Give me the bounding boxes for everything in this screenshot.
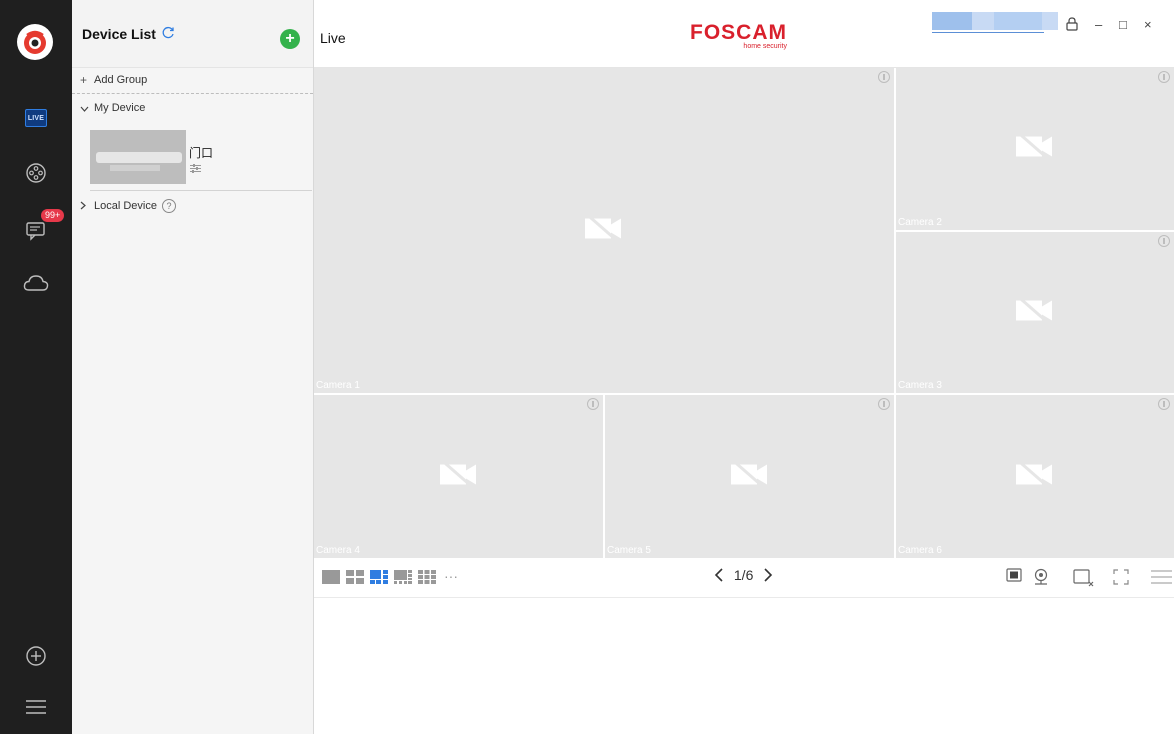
webcam-icon[interactable] <box>1032 568 1050 591</box>
nav-rail: LIVE 99+ <box>0 0 72 734</box>
page-title: Live <box>320 30 346 46</box>
page-indicator: 1/6 <box>733 567 754 583</box>
nav-live-button[interactable]: LIVE <box>20 103 52 133</box>
plus-icon: + <box>285 30 295 47</box>
chevron-right-icon <box>80 199 94 213</box>
video-off-icon <box>583 212 625 249</box>
user-account-blurred[interactable] <box>932 12 1058 33</box>
device-settings-icon[interactable] <box>190 164 201 176</box>
nav-menu-button[interactable] <box>20 692 52 722</box>
layout-9-icon[interactable] <box>418 570 436 584</box>
next-page-icon[interactable] <box>763 568 773 585</box>
camera-tile-3[interactable]: Camera 3 <box>896 232 1174 393</box>
layout-6-icon[interactable] <box>370 570 388 584</box>
maximize-button[interactable]: □ <box>1119 17 1127 32</box>
blurred-text <box>110 165 160 171</box>
power-icon[interactable] <box>1158 235 1170 247</box>
layout-4-icon[interactable] <box>346 570 364 584</box>
camera-label: Camera 6 <box>898 545 942 556</box>
video-off-icon <box>1014 294 1056 331</box>
blank-area <box>314 598 1174 734</box>
camera-tile-4[interactable]: Camera 4 <box>314 395 603 558</box>
more-layouts-button[interactable]: ··· <box>444 568 458 584</box>
add-group-row[interactable]: + Add Group <box>80 73 147 87</box>
device-list-panel: Device List + + Add Group My Device 门口 L… <box>72 0 314 734</box>
prev-page-icon[interactable] <box>714 568 728 585</box>
chevron-down-icon <box>80 101 94 115</box>
layout-8-icon[interactable] <box>394 570 412 584</box>
plus-icon: + <box>80 73 88 87</box>
device-name[interactable]: 门口 <box>189 144 213 161</box>
nav-add-button[interactable] <box>20 641 52 671</box>
divider <box>90 190 312 191</box>
hamburger-menu-icon <box>26 700 46 714</box>
camera-tile-1[interactable]: Camera 1 <box>314 68 894 393</box>
camera-label: Camera 5 <box>607 545 651 556</box>
close-button[interactable]: × <box>1144 17 1152 32</box>
power-icon[interactable] <box>1158 71 1170 83</box>
power-icon[interactable] <box>878 398 890 410</box>
top-bar: Live FOSCAM home security – □ × <box>314 0 1174 68</box>
pager: 1/6 <box>714 567 773 585</box>
blurred-text <box>96 152 182 163</box>
app-window: LIVE 99+ Device List + + Add Group My De… <box>0 0 1174 734</box>
lock-icon[interactable] <box>1066 17 1078 34</box>
nav-messages-button[interactable]: 99+ <box>20 209 65 245</box>
camera-label: Camera 3 <box>898 380 942 391</box>
power-icon[interactable] <box>587 398 599 410</box>
local-device-group[interactable]: Local Device ? <box>80 199 176 213</box>
live-tv-icon: LIVE <box>25 109 47 127</box>
divider <box>72 93 313 94</box>
video-off-icon <box>1014 131 1056 168</box>
nav-cloud-button[interactable] <box>20 268 52 298</box>
brand-logo: FOSCAM home security <box>690 21 787 51</box>
video-off-icon <box>1014 458 1056 495</box>
camera-tile-5[interactable]: Camera 5 <box>605 395 894 558</box>
minimize-button[interactable]: – <box>1095 17 1102 32</box>
messages-count-badge: 99+ <box>41 209 65 222</box>
nav-playback-button[interactable] <box>20 158 52 188</box>
app-logo-icon[interactable] <box>17 24 53 60</box>
camera-label: Camera 1 <box>316 380 360 391</box>
camera-label: Camera 4 <box>316 545 360 556</box>
layout-1-icon[interactable] <box>322 570 340 584</box>
cloud-icon <box>23 275 49 291</box>
camera-grid: Camera 1 Camera 2 Camera 3 Camera 4 Came… <box>314 68 1174 558</box>
power-icon[interactable] <box>878 71 890 83</box>
camera-label: Camera 2 <box>898 217 942 228</box>
brand-name: FOSCAM <box>690 21 787 44</box>
toolbar-menu-icon[interactable] <box>1150 568 1172 591</box>
video-off-icon <box>438 458 480 495</box>
add-circle-icon <box>26 646 46 666</box>
add-device-button[interactable]: + <box>280 29 300 49</box>
local-device-label: Local Device <box>94 200 157 212</box>
panel-header: Device List <box>72 0 313 68</box>
power-icon[interactable] <box>1158 398 1170 410</box>
help-icon[interactable]: ? <box>161 199 176 213</box>
fullscreen-icon[interactable] <box>1112 568 1130 591</box>
add-group-label: Add Group <box>94 74 148 86</box>
video-off-icon <box>729 458 771 495</box>
my-device-group[interactable]: My Device <box>80 101 145 115</box>
brand-tagline: home security <box>743 43 787 50</box>
stop-all-icon[interactable] <box>1006 568 1022 587</box>
film-reel-icon <box>26 163 46 183</box>
my-device-label: My Device <box>94 102 146 114</box>
camera-tile-2[interactable]: Camera 2 <box>896 68 1174 230</box>
refresh-icon[interactable] <box>162 26 175 42</box>
camera-tile-6[interactable]: Camera 6 <box>896 395 1174 558</box>
live-toolbar: ··· 1/6 <box>314 558 1174 598</box>
device-thumbnail[interactable] <box>90 130 186 184</box>
device-list-title: Device List <box>82 25 156 42</box>
close-all-windows-icon[interactable] <box>1072 568 1096 593</box>
message-icon <box>26 222 45 241</box>
